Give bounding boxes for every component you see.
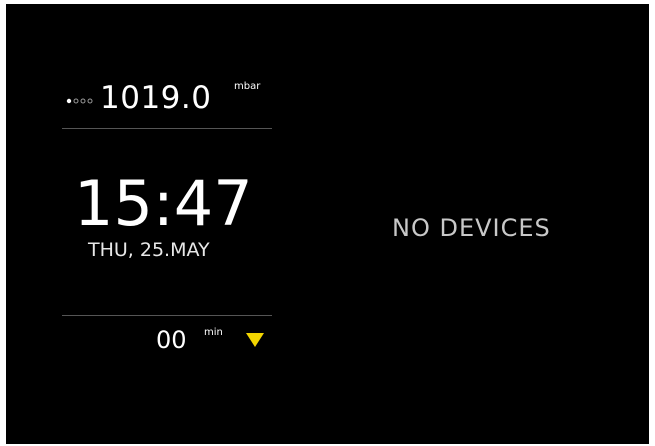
- clock-time: 15:47: [74, 167, 253, 240]
- no-devices-status: NO DEVICES: [392, 214, 551, 242]
- device-screen: 1019.0 mbar 15:47 THU, 25.MAY 00 min NO …: [6, 4, 649, 444]
- triangle-down-icon[interactable]: [246, 333, 264, 347]
- timer-unit: min: [204, 327, 223, 338]
- timer-value: 00: [156, 326, 187, 354]
- pressure-unit: mbar: [234, 81, 261, 92]
- divider-bottom: [62, 315, 272, 316]
- divider-top: [62, 128, 272, 129]
- timer-readout: 00 min: [146, 322, 276, 358]
- pressure-readout: 1019.0 mbar: [66, 78, 276, 118]
- clock-date: THU, 25.MAY: [88, 239, 210, 261]
- signal-strength-dots-icon: [66, 98, 93, 104]
- pressure-value: 1019.0: [100, 80, 212, 116]
